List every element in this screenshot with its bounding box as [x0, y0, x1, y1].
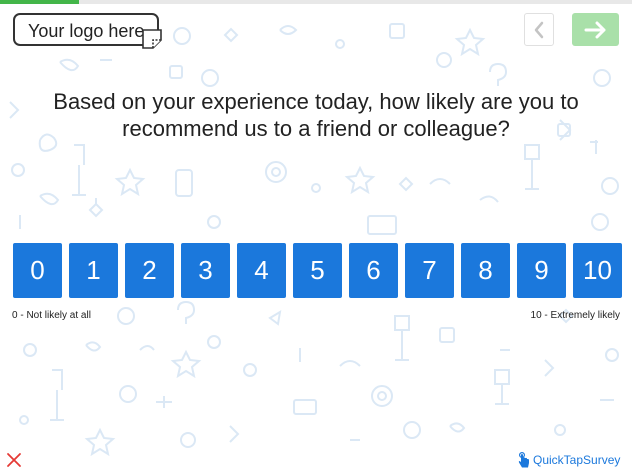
nps-option-7[interactable]: 7 — [405, 243, 454, 298]
brand-text: QuickTapSurvey — [533, 453, 621, 467]
nps-option-0[interactable]: 0 — [13, 243, 62, 298]
edit-sticker-icon — [142, 29, 162, 49]
nps-option-2[interactable]: 2 — [125, 243, 174, 298]
nps-option-1[interactable]: 1 — [69, 243, 118, 298]
nps-option-10[interactable]: 10 — [573, 243, 622, 298]
progress-bar-fill — [0, 0, 79, 4]
background-pattern — [9, 23, 619, 457]
nps-option-4[interactable]: 4 — [237, 243, 286, 298]
scale-low-label: 0 - Not likely at all — [12, 310, 91, 321]
brand-logo: QuickTapSurvey — [518, 451, 620, 469]
question-line-1: Based on your experience today, how like… — [53, 89, 579, 114]
nps-option-5[interactable]: 5 — [293, 243, 342, 298]
nps-scale: 0 1 2 3 4 5 6 7 8 9 10 — [13, 243, 622, 298]
nps-option-8[interactable]: 8 — [461, 243, 510, 298]
nps-option-6[interactable]: 6 — [349, 243, 398, 298]
scale-high-label: 10 - Extremely likely — [530, 310, 620, 321]
question-line-2: recommend us to a friend or colleague? — [122, 116, 510, 141]
next-button[interactable] — [572, 13, 619, 46]
logo-text: Your logo here — [28, 21, 145, 41]
chevron-left-icon — [534, 21, 544, 38]
arrow-right-icon — [584, 21, 605, 38]
progress-bar — [0, 0, 632, 4]
question-text: Based on your experience today, how like… — [0, 88, 632, 142]
nps-option-9[interactable]: 9 — [517, 243, 566, 298]
back-button[interactable] — [524, 13, 554, 46]
tap-hand-icon — [518, 451, 529, 467]
logo-placeholder: Your logo here — [13, 13, 162, 49]
nps-option-3[interactable]: 3 — [181, 243, 230, 298]
close-icon[interactable] — [6, 452, 22, 468]
